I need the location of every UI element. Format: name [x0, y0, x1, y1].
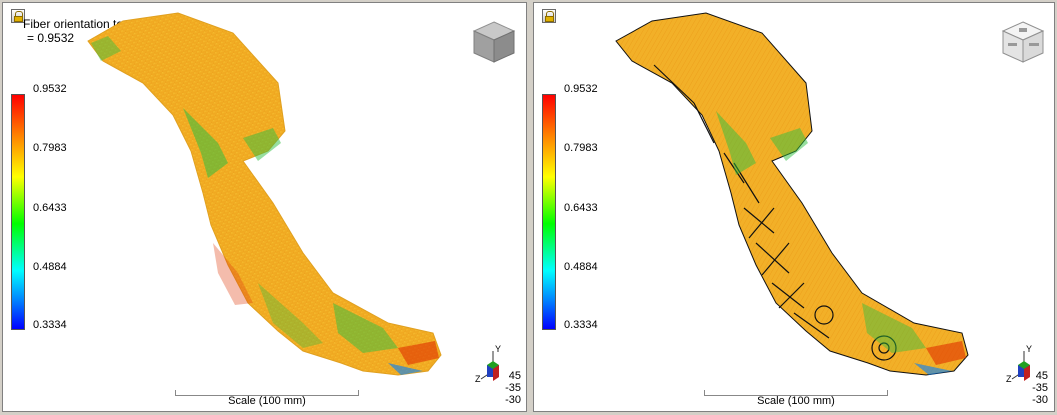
angle-value: -35 — [1032, 382, 1048, 394]
color-legend-bar — [11, 94, 25, 330]
view-angles: 45 -35 -30 — [1028, 370, 1048, 406]
legend-tick: 0.6433 — [33, 202, 67, 214]
angle-value: -30 — [1032, 394, 1048, 406]
legend-tick: 0.4884 — [33, 261, 67, 273]
legend-tick-max: 0.9532 — [564, 83, 598, 95]
angle-value: -35 — [505, 382, 521, 394]
legend-tick-min: 0.3334 — [33, 319, 67, 331]
svg-text:Z: Z — [1006, 374, 1012, 383]
color-legend-bar — [542, 94, 556, 330]
legend-tick-max: 0.9532 — [33, 83, 67, 95]
view-angles: 45 -35 -30 — [501, 370, 521, 406]
svg-text:Y: Y — [495, 344, 501, 354]
legend-tick: 0.7983 — [33, 142, 67, 154]
viewport-right[interactable]: 0.9532 0.7983 0.6433 0.4884 0.3334 Scale… — [533, 2, 1055, 412]
legend-tick: 0.6433 — [564, 202, 598, 214]
angle-value: 45 — [1035, 370, 1048, 382]
legend-tick: 0.7983 — [564, 142, 598, 154]
scale-label: Scale (100 mm) — [757, 395, 835, 407]
angle-value: -30 — [505, 394, 521, 406]
legend-tick: 0.4884 — [564, 261, 598, 273]
angle-value: 45 — [508, 370, 521, 382]
legend-tick-min: 0.3334 — [564, 319, 598, 331]
part-model-section[interactable] — [534, 3, 1055, 412]
part-model[interactable] — [3, 3, 527, 412]
viewport-left[interactable]: Fiber orientation tensor = 0.9532 0.9532… — [2, 2, 527, 412]
scale-label: Scale (100 mm) — [228, 395, 306, 407]
svg-text:Y: Y — [1026, 344, 1032, 354]
svg-text:Z: Z — [475, 374, 481, 383]
